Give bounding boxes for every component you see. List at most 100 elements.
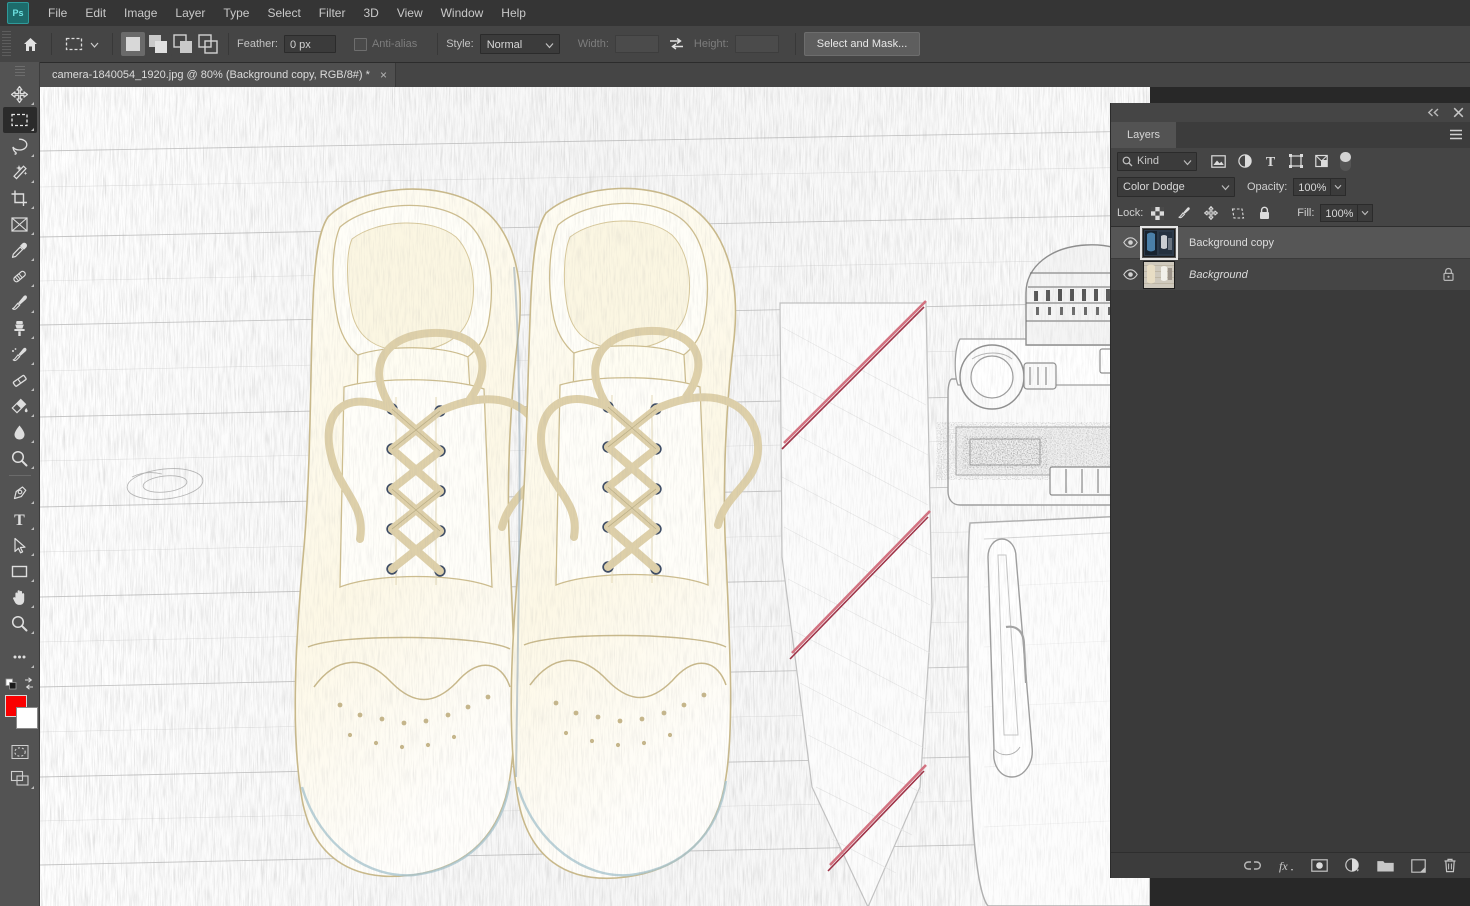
add-to-selection[interactable] [146,32,170,56]
fill-stepper[interactable] [1358,204,1373,222]
clone-stamp-tool-icon[interactable] [3,315,37,341]
menu-bar: Ps FileEditImageLayerTypeSelectFilter3DV… [0,0,1470,26]
menu-window[interactable]: Window [432,2,493,24]
panel-menu-icon[interactable] [1449,129,1463,140]
menu-select[interactable]: Select [258,2,309,24]
lock-label: Lock: [1117,207,1143,219]
new-layer-button[interactable] [1411,859,1426,873]
close-document-icon[interactable]: × [380,70,387,80]
background-color-swatch[interactable] [16,707,38,729]
tools-panel-grip[interactable] [15,66,25,78]
gradient-tool-icon[interactable] [3,393,37,419]
filter-type-layers-icon[interactable]: T [1264,154,1277,168]
filter-smart-object-layers-icon[interactable] [1315,154,1328,168]
menu-edit[interactable]: Edit [76,2,115,24]
rectangular-marquee-tool-icon[interactable] [3,107,37,133]
eraser-tool-icon[interactable] [3,367,37,393]
layer-thumbnail[interactable] [1143,261,1175,289]
path-selection-tool-icon[interactable] [3,532,37,558]
lasso-tool-icon[interactable] [3,133,37,159]
height-input[interactable] [735,35,779,53]
layer-style-button[interactable]: fx [1278,859,1294,873]
svg-text:T: T [1266,155,1276,168]
layer-visibility-icon[interactable] [1119,269,1141,280]
layer-row[interactable]: Background [1111,259,1470,291]
filter-shape-layers-icon[interactable] [1289,154,1303,168]
default-swap-colors [3,676,37,692]
menu-layer[interactable]: Layer [166,2,214,24]
menu-filter[interactable]: Filter [310,2,355,24]
feather-input[interactable]: 0 px [284,35,336,53]
quick-mask-icon[interactable] [3,739,37,765]
dodge-tool-icon[interactable] [3,445,37,471]
width-input[interactable] [615,35,659,53]
document-tab[interactable]: camera-1840054_1920.jpg @ 80% (Backgroun… [40,63,396,87]
select-and-mask-button[interactable]: Select and Mask... [804,32,921,56]
filter-enable-toggle[interactable] [1340,152,1351,171]
magic-wand-tool-icon[interactable] [3,159,37,185]
tool-preset-picker[interactable] [60,31,104,57]
crop-tool-icon[interactable] [3,185,37,211]
options-bar-grip[interactable] [2,31,11,57]
lock-image-pixels-icon[interactable] [1177,206,1191,220]
hand-tool-icon[interactable] [3,584,37,610]
layer-name: Background copy [1189,237,1274,249]
fill-input[interactable]: 100% [1320,204,1358,222]
chevron-down-icon [1183,159,1192,166]
add-layer-mask-button[interactable] [1311,859,1328,872]
swap-colors-icon [25,678,33,689]
opacity-input[interactable]: 100% [1293,178,1331,196]
menu-view[interactable]: View [388,2,432,24]
lock-all-icon[interactable] [1258,206,1271,220]
blur-tool-icon[interactable] [3,419,37,445]
close-panel-icon[interactable] [1453,107,1464,118]
menu-3d[interactable]: 3D [354,2,387,24]
screen-mode-icon[interactable] [3,765,37,791]
link-layers-button[interactable] [1244,860,1261,871]
edit-toolbar-icon[interactable] [3,644,37,670]
eyedropper-tool-icon[interactable] [3,237,37,263]
layer-row[interactable]: Background copy [1111,227,1470,259]
brush-tool-icon[interactable] [3,289,37,315]
blend-mode-select[interactable]: Color Dodge [1117,177,1235,197]
filter-pixel-layers-icon[interactable] [1211,155,1226,168]
new-selection[interactable] [121,32,145,56]
new-group-button[interactable] [1377,859,1394,872]
menu-help[interactable]: Help [492,2,535,24]
width-label: Width: [578,38,609,50]
filter-adjustment-layers-icon[interactable] [1238,154,1252,168]
collapse-panel-icon[interactable] [1427,108,1440,117]
new-fill-adjustment-button[interactable] [1345,858,1360,873]
menu-type[interactable]: Type [214,2,258,24]
color-swatches[interactable] [3,695,37,731]
move-tool-icon[interactable] [3,81,37,107]
type-tool-icon[interactable]: T [3,506,37,532]
delete-layer-button[interactable] [1443,858,1457,873]
panel-title-bar [1111,103,1470,122]
zoom-tool-icon[interactable] [3,610,37,636]
history-brush-tool-icon[interactable] [3,341,37,367]
healing-brush-tool-icon[interactable] [3,263,37,289]
home-icon[interactable] [17,31,43,57]
anti-alias-checkbox[interactable]: Anti-alias [354,38,423,51]
pen-tool-icon[interactable] [3,480,37,506]
opacity-stepper[interactable] [1331,178,1346,196]
style-select[interactable]: Normal [480,34,560,54]
intersect-selection[interactable] [196,32,220,56]
lock-transparent-pixels-icon[interactable] [1151,207,1164,220]
rectangle-tool-icon[interactable] [3,558,37,584]
subtract-from-selection[interactable] [171,32,195,56]
layer-thumbnail[interactable] [1143,229,1175,257]
swap-arrows-icon[interactable] [669,37,684,51]
document-canvas[interactable]: PENTAX [40,87,1150,906]
tab-layers[interactable]: Layers [1111,122,1176,148]
menu-file[interactable]: File [39,2,76,24]
search-icon [1122,156,1133,167]
layer-filter-kind-select[interactable]: Kind [1117,152,1197,171]
lock-artboard-nesting-icon[interactable] [1231,207,1245,220]
frame-tool-icon[interactable] [3,211,37,237]
layer-visibility-icon[interactable] [1119,237,1141,248]
tools-panel: T [0,62,40,906]
menu-image[interactable]: Image [115,2,166,24]
lock-position-icon[interactable] [1204,206,1218,220]
